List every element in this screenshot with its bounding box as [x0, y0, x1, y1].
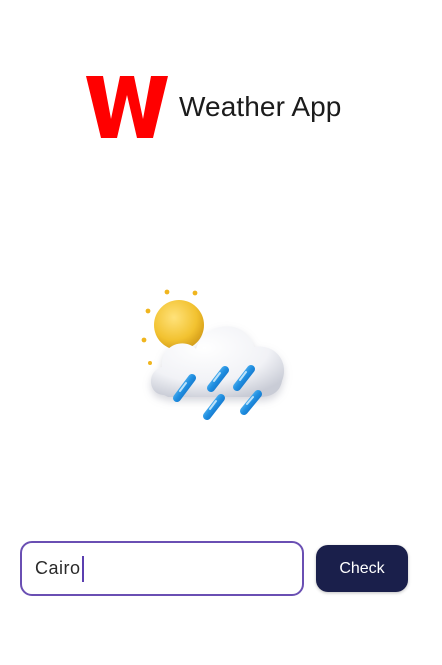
app-title: Weather App	[179, 91, 342, 122]
sun-cloud-rain-icon	[141, 289, 285, 420]
w-logo-icon	[86, 76, 168, 138]
text-cursor	[81, 555, 84, 582]
app-screen: Weather App Cairo Check	[0, 0, 442, 665]
city-input-value: Cairo	[35, 558, 81, 578]
city-input[interactable]: Cairo	[20, 541, 304, 596]
check-button[interactable]: Check	[316, 545, 408, 592]
app-header: Weather App	[86, 76, 341, 138]
